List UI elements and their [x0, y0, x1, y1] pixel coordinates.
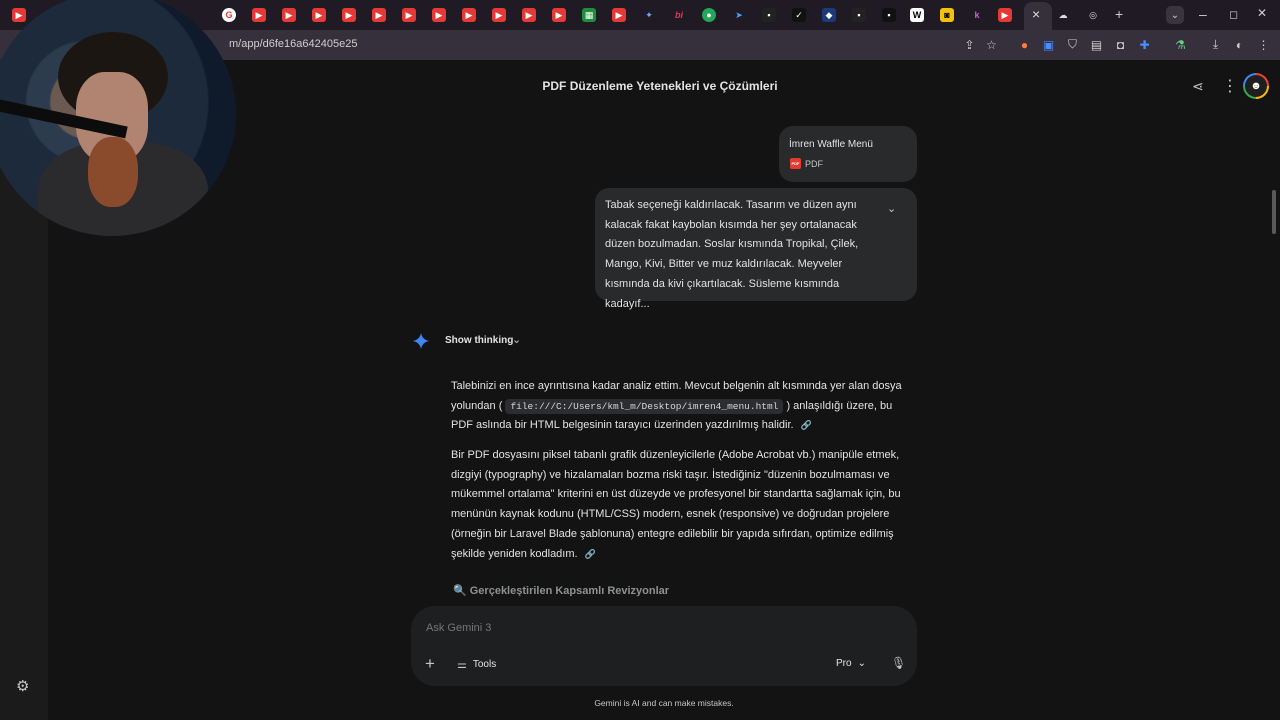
prompt-input-box: + ⚌ Tools Pro ⌄ 🎙 — [411, 606, 917, 686]
youtube-tab-icon[interactable]: ▶ — [612, 8, 626, 22]
source-link-icon[interactable]: 🔗 — [801, 420, 812, 430]
chevron-down-icon: ⌄ — [857, 658, 866, 669]
download-icon[interactable]: ⤓ — [1208, 37, 1223, 52]
bi-tab-icon[interactable]: bi — [672, 8, 686, 22]
extension-icon[interactable]: ▤ — [1089, 37, 1104, 52]
show-thinking-toggle[interactable]: Show thinking — [445, 335, 513, 346]
url-text[interactable]: m/app/d6fe16a642405e25 — [229, 38, 357, 50]
tools-label: Tools — [472, 659, 497, 670]
sheets-tab-icon[interactable]: ▦ — [582, 8, 596, 22]
dark-tab-icon[interactable]: ▪ — [882, 8, 896, 22]
user-message-bubble: Tabak seçeneği kaldırılacak. Tasarım ve … — [595, 188, 917, 310]
youtube-tab-icon[interactable]: ▶ — [998, 8, 1012, 22]
globe-tab-icon[interactable]: ◎ — [1086, 8, 1100, 22]
response-paragraph: Talebinizi en ince ayrıntısına kadar ana… — [451, 377, 907, 436]
page-scrollbar[interactable] — [1272, 190, 1276, 234]
youtube-tab-icon[interactable]: ▶ — [12, 8, 26, 22]
add-attachment-button[interactable]: + — [425, 654, 435, 674]
gemini-spark-icon — [412, 332, 430, 350]
response-text: Bir PDF dosyasını piksel tabanlı grafik … — [451, 449, 901, 560]
google-tab-icon[interactable]: G — [222, 8, 236, 22]
dark-tab-icon[interactable]: ▪ — [852, 8, 866, 22]
account-avatar[interactable]: ☻ — [1243, 73, 1269, 99]
bookmark-icon[interactable]: ☆ — [984, 37, 999, 52]
check-tab-icon[interactable]: ✓ — [792, 8, 806, 22]
more-options-icon[interactable]: ⋮ — [1222, 76, 1238, 96]
source-link-icon[interactable]: 🔗 — [585, 549, 596, 559]
response-paragraph: Bir PDF dosyasını piksel tabanlı grafik … — [451, 446, 907, 564]
youtube-tab-icon[interactable]: ▶ — [552, 8, 566, 22]
youtube-tab-icon[interactable]: ▶ — [342, 8, 356, 22]
file-path-code: file:///C:/Users/kml_m/Desktop/imren4_me… — [505, 398, 784, 414]
youtube-tab-icon[interactable]: ▶ — [252, 8, 266, 22]
blue-tab-icon[interactable]: ◆ — [822, 8, 836, 22]
profile-icon[interactable]: ◐ — [1232, 37, 1247, 52]
minimize-icon[interactable]: – — [1199, 6, 1207, 22]
maximize-icon[interactable]: ◻ — [1229, 8, 1238, 21]
model-label: Pro — [836, 658, 852, 669]
youtube-tab-icon[interactable]: ▶ — [522, 8, 536, 22]
cloud-tab-icon[interactable]: ☁ — [1056, 8, 1070, 22]
pdf-file-icon: PDF — [790, 158, 801, 169]
youtube-tab-icon[interactable]: ▶ — [282, 8, 296, 22]
expand-chevron-icon[interactable]: ⌄ — [887, 202, 896, 215]
conversation-title: PDF Düzenleme Yetenekleri ve Çözümleri — [542, 79, 778, 93]
microphone-icon[interactable]: 🎙 — [891, 656, 906, 670]
avatar-glyph-icon: ☻ — [1245, 75, 1267, 97]
yellow-tab-icon[interactable]: ◙ — [940, 8, 954, 22]
arrow-tab-icon[interactable]: ➤ — [732, 8, 746, 22]
tab-search-icon[interactable]: ⌄ — [1166, 6, 1184, 24]
extension-icon[interactable]: ▣ — [1041, 37, 1056, 52]
new-tab-icon[interactable]: + — [1115, 6, 1123, 22]
attachment-chip[interactable]: İmren Waffle Menü PDF PDF — [779, 126, 917, 182]
youtube-tab-icon[interactable]: ▶ — [492, 8, 506, 22]
green-tab-icon[interactable]: ● — [702, 8, 716, 22]
model-selector[interactable]: Pro ⌄ — [836, 658, 866, 669]
user-message-text: Tabak seçeneği kaldırılacak. Tasarım ve … — [605, 199, 859, 310]
webcam-overlay — [0, 0, 236, 236]
close-window-icon[interactable]: ✕ — [1257, 6, 1267, 20]
tools-sliders-icon: ⚌ — [457, 659, 467, 671]
attachment-type: PDF — [805, 159, 823, 169]
puzzle-icon[interactable]: ✚ — [1137, 37, 1152, 52]
attachment-name: İmren Waffle Menü — [789, 139, 873, 150]
camera-icon[interactable]: ◘ — [1113, 37, 1128, 52]
w-tab-icon[interactable]: W — [910, 8, 924, 22]
youtube-tab-icon[interactable]: ▶ — [372, 8, 386, 22]
prompt-input[interactable] — [426, 622, 726, 634]
menu-kebab-icon[interactable]: ⋮ — [1256, 37, 1271, 52]
youtube-tab-icon[interactable]: ▶ — [312, 8, 326, 22]
tab-close-icon[interactable]: × — [1032, 6, 1040, 22]
gemini-tab-icon[interactable]: ✦ — [642, 8, 656, 22]
ai-disclaimer: Gemini is AI and can make mistakes. — [594, 698, 734, 708]
chevron-down-icon[interactable]: ⌄ — [512, 333, 521, 346]
youtube-tab-icon[interactable]: ▶ — [462, 8, 476, 22]
share-page-icon[interactable]: ⇪ — [962, 37, 977, 52]
flask-icon[interactable]: ⚗ — [1173, 37, 1188, 52]
share-icon[interactable]: ⋖ — [1192, 78, 1204, 95]
tools-button[interactable]: ⚌ Tools — [457, 658, 496, 671]
youtube-tab-icon[interactable]: ▶ — [402, 8, 416, 22]
dark-tab-icon[interactable]: ▪ — [762, 8, 776, 22]
youtube-tab-icon[interactable]: ▶ — [432, 8, 446, 22]
shield-icon[interactable]: ⛉ — [1065, 37, 1080, 52]
extension-icon[interactable]: ● — [1017, 37, 1032, 52]
k-tab-icon[interactable]: k — [970, 8, 984, 22]
settings-gear-icon[interactable]: ⚙ — [16, 677, 29, 695]
